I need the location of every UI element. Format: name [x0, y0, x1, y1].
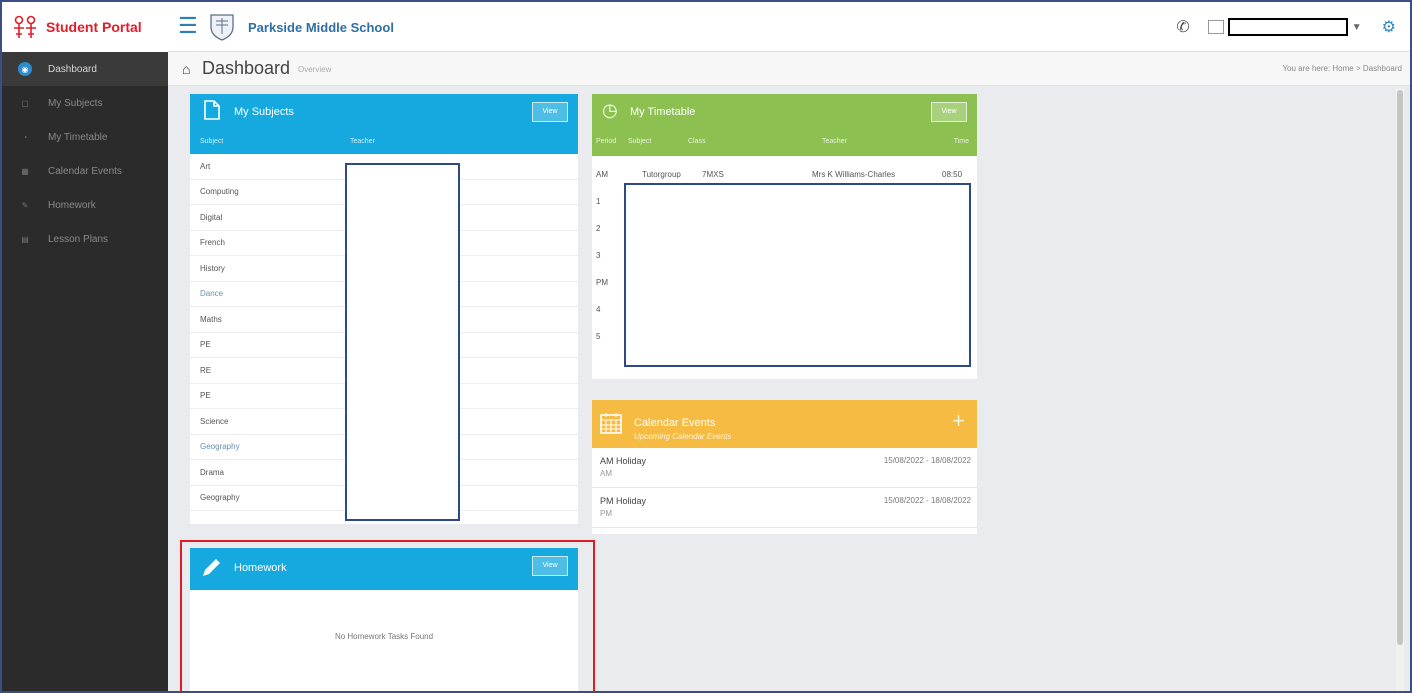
- subject-name: Geography: [200, 493, 240, 503]
- add-event-icon[interactable]: +: [952, 408, 965, 434]
- redacted-timetable: [624, 183, 971, 367]
- timetable-title: My Timetable: [630, 106, 696, 118]
- period-cell: 2: [596, 223, 601, 233]
- page-title: Dashboard: [202, 58, 291, 78]
- sidebar-item-label: Lesson Plans: [48, 233, 109, 245]
- event-code: AM: [600, 469, 612, 478]
- page-header: ⌂ Dashboard Overview You are here: Home …: [168, 52, 1410, 86]
- timetable-icon: ◔: [22, 132, 28, 142]
- subject-name: History: [200, 263, 225, 273]
- sidebar-item-homework[interactable]: ✎ Homework: [2, 188, 168, 222]
- top-bar: Student Portal ☰ Parkside Middle School …: [2, 2, 1410, 52]
- school-crest-icon: [210, 14, 234, 41]
- period-cell: AM: [596, 170, 608, 180]
- subjects-view-button[interactable]: View: [532, 102, 568, 122]
- subject-name: PE: [200, 391, 211, 401]
- subject-name: Drama: [200, 467, 225, 477]
- period-cell: 5: [596, 331, 601, 341]
- column-header: Teacher: [822, 138, 847, 145]
- user-card-icon: [1207, 20, 1224, 34]
- class-cell: 7MXS: [702, 170, 724, 180]
- school-name[interactable]: Parkside Middle School: [248, 20, 394, 35]
- subject-name: Art: [200, 161, 211, 171]
- subject-cell: Tutorgroup: [642, 170, 681, 180]
- timetable-panel-header: ◷ My Timetable View Period Subject Class…: [592, 94, 977, 156]
- user-name-redacted[interactable]: [1227, 18, 1348, 36]
- calendar-title: Calendar Events: [634, 417, 716, 429]
- event-code: PM: [600, 509, 612, 518]
- subject-name: RE: [200, 365, 212, 375]
- homework-highlight-box: [180, 540, 595, 691]
- subjects-title: My Subjects: [234, 106, 294, 118]
- sidebar-item-label: My Subjects: [48, 97, 103, 109]
- subject-name: Science: [200, 416, 229, 426]
- period-cell: 4: [596, 304, 601, 314]
- sidebar-item-lesson-plans[interactable]: ▤ Lesson Plans: [2, 222, 168, 256]
- column-header: Subject: [200, 138, 224, 145]
- page-subtitle: Overview: [298, 65, 332, 74]
- sidebar-item-dashboard[interactable]: ◉ Dashboard: [2, 52, 168, 86]
- subjects-panel-header: My Subjects View Subject Teacher: [190, 94, 578, 154]
- subject-name: French: [200, 238, 225, 248]
- column-header: Time: [953, 138, 969, 145]
- sidebar-item-subjects[interactable]: ▢ My Subjects: [2, 86, 168, 120]
- period-cell: 3: [596, 250, 601, 260]
- document-icon: [204, 100, 220, 120]
- sidebar-item-calendar-events[interactable]: ▦ Calendar Events: [2, 154, 168, 188]
- column-header: Teacher: [350, 138, 375, 145]
- sidebar: ◉ Dashboard ▢ My Subjects ◔ My Timetable…: [2, 52, 168, 691]
- phone-icon[interactable]: ✆: [1176, 17, 1189, 37]
- sidebar-item-label: My Timetable: [48, 131, 108, 143]
- calendar-icon: ▦: [21, 166, 29, 176]
- student-logo-icon: [14, 15, 36, 38]
- brand[interactable]: Student Portal: [2, 2, 168, 52]
- brand-name: Student Portal: [46, 19, 142, 35]
- clock-icon: ◷: [602, 100, 618, 120]
- subject-name: Computing: [200, 187, 239, 197]
- dashboard-icon: ◉: [18, 62, 32, 76]
- chevron-down-icon[interactable]: ▼: [1352, 22, 1362, 33]
- scrollbar-thumb[interactable]: [1397, 90, 1403, 645]
- lesson-plans-icon: ▤: [21, 234, 29, 244]
- page-scrollbar[interactable]: [1396, 88, 1404, 691]
- subject-name: Digital: [200, 212, 223, 222]
- hamburger-icon[interactable]: ☰: [178, 15, 198, 37]
- app-frame: Student Portal ☰ Parkside Middle School …: [0, 0, 1412, 693]
- subject-name: Dance: [200, 289, 224, 299]
- gear-icon[interactable]: ⚙: [1382, 17, 1396, 37]
- sidebar-item-timetable[interactable]: ◔ My Timetable: [2, 120, 168, 154]
- period-cell: 1: [596, 196, 601, 206]
- list-item[interactable]: AM Holiday AM 15/08/2022 - 18/08/2022: [592, 448, 977, 488]
- event-name: PM Holiday: [600, 496, 647, 506]
- sidebar-item-label: Dashboard: [48, 63, 97, 75]
- subject-name: Maths: [200, 314, 222, 324]
- calendar-icon: [600, 413, 622, 434]
- timetable-view-button[interactable]: View: [931, 102, 967, 122]
- column-header: Period: [596, 138, 617, 145]
- subject-name: Geography: [200, 442, 240, 452]
- column-header: Subject: [628, 138, 652, 145]
- home-icon[interactable]: ⌂: [182, 61, 190, 77]
- calendar-panel-header: Calendar Events Upcoming Calendar Events…: [592, 400, 977, 448]
- redacted-teachers: [345, 163, 460, 521]
- time-cell: 08:50: [942, 170, 963, 180]
- subject-name: PE: [200, 340, 211, 350]
- teacher-cell: Mrs K Williams-Charles: [812, 170, 896, 180]
- event-dates: 15/08/2022 - 18/08/2022: [883, 456, 971, 465]
- breadcrumb[interactable]: You are here: Home > Dashboard: [1282, 64, 1402, 73]
- homework-icon: ✎: [21, 200, 29, 210]
- event-name: AM Holiday: [600, 456, 647, 466]
- column-header: Class: [688, 138, 706, 145]
- sidebar-item-label: Homework: [48, 199, 96, 211]
- event-dates: 15/08/2022 - 18/08/2022: [883, 496, 971, 505]
- calendar-subtitle: Upcoming Calendar Events: [634, 432, 732, 441]
- subjects-icon: ▢: [21, 98, 29, 108]
- calendar-panel: Calendar Events Upcoming Calendar Events…: [592, 400, 977, 534]
- sidebar-item-label: Calendar Events: [48, 165, 122, 177]
- list-item[interactable]: PM Holiday PM 15/08/2022 - 18/08/2022: [592, 488, 977, 528]
- period-cell: PM: [596, 277, 608, 287]
